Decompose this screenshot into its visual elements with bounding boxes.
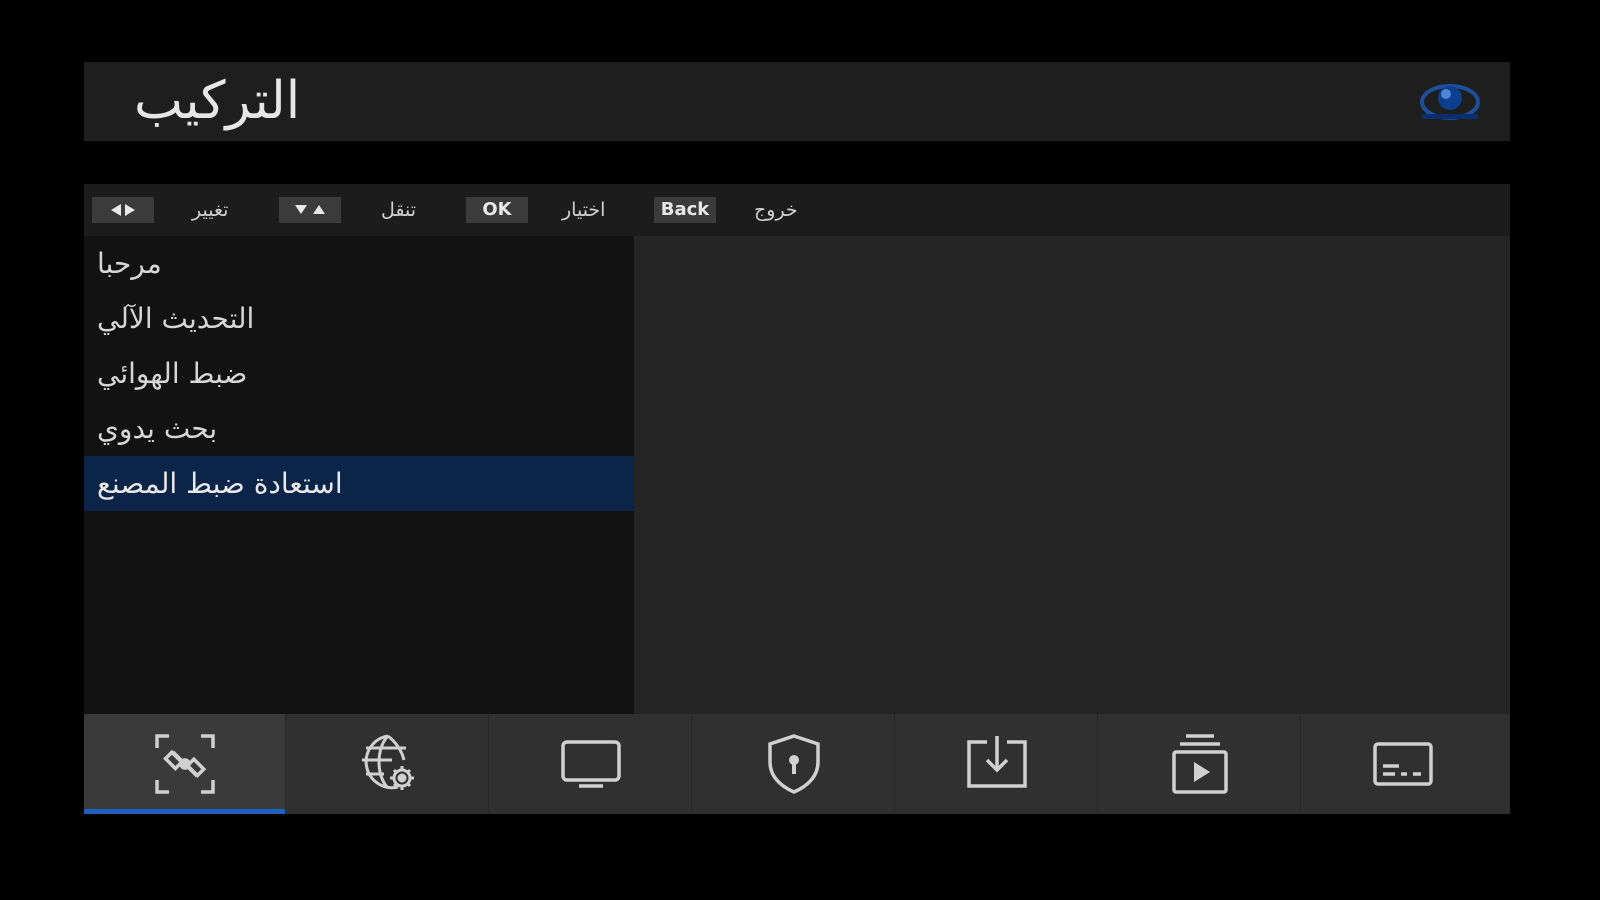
menu-item-label: التحديث الآلي <box>97 302 255 335</box>
settings-screen: التركيب تغيير تنقل OK اختيار Back خروج م… <box>0 0 1600 900</box>
menu-item-factory-reset[interactable]: استعادة ضبط المصنع <box>84 456 634 511</box>
back-key[interactable]: Back <box>654 197 716 223</box>
installation-menu: مرحبا التحديث الآلي ضبط الهوائي بحث يدوي… <box>84 236 634 714</box>
media-player-icon <box>1171 734 1228 794</box>
satellite-icon <box>154 734 215 794</box>
network-settings-icon <box>361 734 414 790</box>
menu-item-label: بحث يدوي <box>97 412 218 445</box>
tv-icon <box>560 740 621 788</box>
left-right-key[interactable] <box>92 197 154 223</box>
hint-navigate-label: تنقل <box>381 199 417 221</box>
ok-key[interactable]: OK <box>466 197 528 223</box>
tab-update[interactable] <box>896 714 1098 814</box>
parental-lock-icon <box>767 734 820 794</box>
tab-media[interactable] <box>1099 714 1301 814</box>
globe-logo-icon <box>1420 84 1480 120</box>
category-tab-bar <box>84 714 1510 814</box>
tab-installation[interactable] <box>84 714 286 814</box>
menu-item-label: مرحبا <box>97 247 162 280</box>
up-down-arrows-icon <box>295 205 325 214</box>
page-title: التركيب <box>134 71 301 131</box>
menu-item-label: استعادة ضبط المصنع <box>97 467 343 500</box>
hint-exit-label: خروج <box>754 199 798 221</box>
tab-parental-control[interactable] <box>693 714 895 814</box>
tab-subtitles[interactable] <box>1302 714 1504 814</box>
hint-change-label: تغيير <box>192 199 229 221</box>
tab-network[interactable] <box>287 714 489 814</box>
tab-tv[interactable] <box>490 714 692 814</box>
subtitles-icon <box>1373 742 1433 786</box>
key-hint-bar: تغيير تنقل OK اختيار Back خروج <box>84 184 1510 236</box>
content-panel <box>634 236 1510 714</box>
title-bar: التركيب <box>84 62 1510 141</box>
up-down-key[interactable] <box>279 197 341 223</box>
left-right-arrows-icon <box>111 204 135 216</box>
menu-item-label: ضبط الهوائي <box>97 357 248 390</box>
menu-item-auto-update[interactable]: التحديث الآلي <box>84 291 634 346</box>
menu-item-antenna-setup[interactable]: ضبط الهوائي <box>84 346 634 401</box>
hint-select-label: اختيار <box>562 199 606 221</box>
menu-item-welcome[interactable]: مرحبا <box>84 236 634 291</box>
download-icon <box>966 736 1027 788</box>
menu-item-manual-search[interactable]: بحث يدوي <box>84 401 634 456</box>
